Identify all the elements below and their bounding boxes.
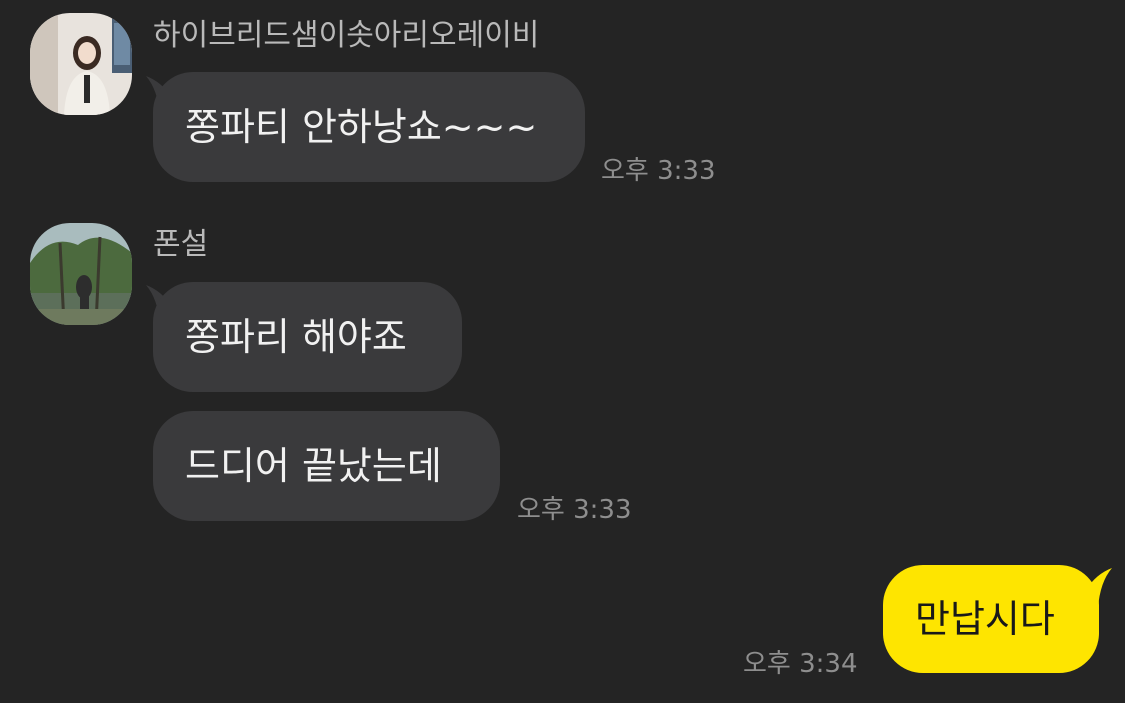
message-text: 드디어 끝났는데 (185, 444, 442, 488)
message-time: 오후 3:34 (743, 649, 858, 679)
message-bubble[interactable]: 쫑파리 해야죠 (153, 282, 462, 392)
message-time: 오후 3:33 (601, 156, 716, 186)
sender-name: 하이브리드샘이솟아리오레이비 (153, 18, 540, 53)
message-bubble[interactable]: 드디어 끝났는데 (153, 411, 500, 521)
avatar-sender-1[interactable] (30, 13, 132, 115)
profile-photo-icon (30, 223, 132, 325)
avatar-sender-2[interactable] (30, 223, 132, 325)
message-text: 쫑파리 해야죠 (185, 315, 407, 359)
message-bubble[interactable]: 쫑파티 안하낭쇼~~~ (153, 72, 585, 182)
message-text: 만납시다 (915, 597, 1055, 641)
message-time: 오후 3:33 (517, 495, 632, 525)
profile-photo-icon (30, 13, 132, 115)
message-bubble-outgoing[interactable]: 만납시다 (883, 565, 1099, 673)
sender-name: 폰설 (153, 227, 209, 262)
message-text: 쫑파티 안하낭쇼~~~ (185, 105, 538, 149)
